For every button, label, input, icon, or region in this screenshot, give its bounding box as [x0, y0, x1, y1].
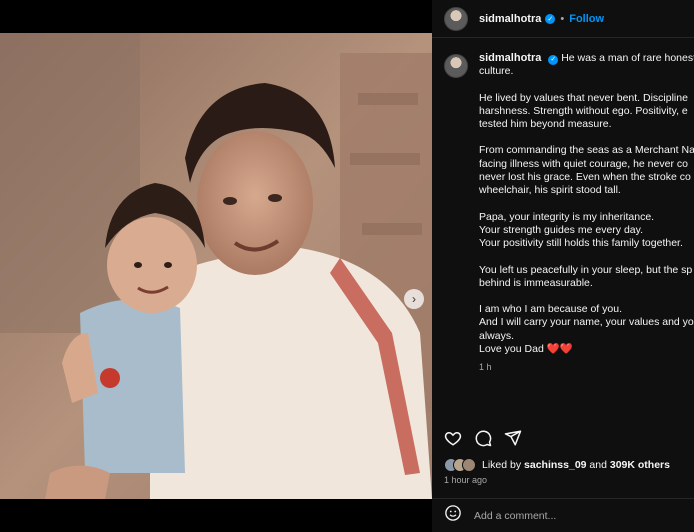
caption-text: He was a man of rare honesty, — [561, 52, 694, 64]
likes-middle: and — [589, 459, 607, 471]
caption-avatar[interactable] — [444, 54, 468, 78]
caption-line: behind is immeasurable. — [479, 276, 593, 289]
likes-others[interactable]: 309K others — [610, 459, 670, 471]
caption-line: You left us peacefully in your sleep, bu… — [479, 263, 693, 276]
caption-line: Love you Dad ❤️❤️ — [479, 343, 573, 356]
post-side-panel: sidmalhotra ✓ • Follow sidmalhotra ✓ He … — [432, 0, 694, 532]
liker-avatars[interactable] — [444, 458, 476, 472]
comment-bar — [432, 498, 694, 532]
follow-button[interactable]: Follow — [569, 13, 604, 25]
caption-line: tested him beyond measure. — [479, 118, 612, 131]
caption-line-0: sidmalhotra ✓ He was a man of rare hones… — [479, 52, 694, 65]
caption-username[interactable]: sidmalhotra — [479, 52, 541, 64]
separator-dot: • — [560, 12, 565, 25]
share-icon — [504, 430, 522, 446]
likes-user[interactable]: sachinss_09 — [524, 459, 586, 471]
comment-button[interactable] — [474, 429, 492, 447]
caption-timestamp[interactable]: 1 h — [479, 361, 694, 374]
chevron-right-icon: › — [412, 292, 416, 306]
emoji-icon — [445, 505, 461, 521]
post-header: sidmalhotra ✓ • Follow — [432, 0, 694, 38]
caption-line: always. — [479, 329, 515, 342]
avatar[interactable] — [444, 6, 468, 31]
likes-prefix: Liked by — [482, 459, 522, 471]
caption-line: facing illness with quiet courage, he ne… — [479, 157, 688, 170]
verified-badge-icon: ✓ — [548, 54, 559, 65]
post-photo[interactable]: › — [0, 33, 432, 499]
share-button[interactable] — [504, 429, 522, 447]
caption-line: culture. — [479, 65, 514, 78]
caption-line: I am who I am because of you. — [479, 303, 622, 316]
heart-icon — [444, 431, 462, 446]
likes-summary: Liked by sachinss_09 and 309K others — [444, 458, 670, 472]
verified-badge-icon: ✓ — [545, 13, 556, 24]
liker-avatar — [462, 458, 476, 472]
caption-line: And I will carry your name, your values … — [479, 316, 694, 329]
caption-line: Your strength guides me every day. — [479, 223, 644, 236]
comment-icon — [475, 430, 492, 447]
caption-line: He lived by values that never bent. Disc… — [479, 91, 688, 104]
posted-ago[interactable]: 1 hour ago — [444, 475, 487, 485]
caption-line: never lost his grace. Even when the stro… — [479, 171, 691, 184]
carousel-next-button[interactable]: › — [404, 289, 424, 309]
header-username[interactable]: sidmalhotra — [479, 13, 541, 25]
caption-line: Papa, your integrity is my inheritance. — [479, 210, 655, 223]
caption-body: sidmalhotra ✓ He was a man of rare hones… — [479, 52, 694, 375]
like-button[interactable] — [444, 429, 462, 447]
comment-input[interactable] — [474, 509, 674, 522]
emoji-button[interactable] — [444, 504, 462, 527]
post-media-area: › — [0, 0, 432, 532]
caption-line: From commanding the seas as a Merchant N… — [479, 144, 694, 157]
caption-line: harshness. Strength without ego. Positiv… — [479, 104, 688, 117]
post-caption: sidmalhotra ✓ He was a man of rare hones… — [444, 52, 694, 375]
post-actions — [444, 428, 522, 448]
caption-line: Your positivity still holds this family … — [479, 237, 683, 250]
vintage-family-photo — [0, 33, 432, 499]
caption-line: wheelchair, his spirit stood tall. — [479, 184, 621, 197]
